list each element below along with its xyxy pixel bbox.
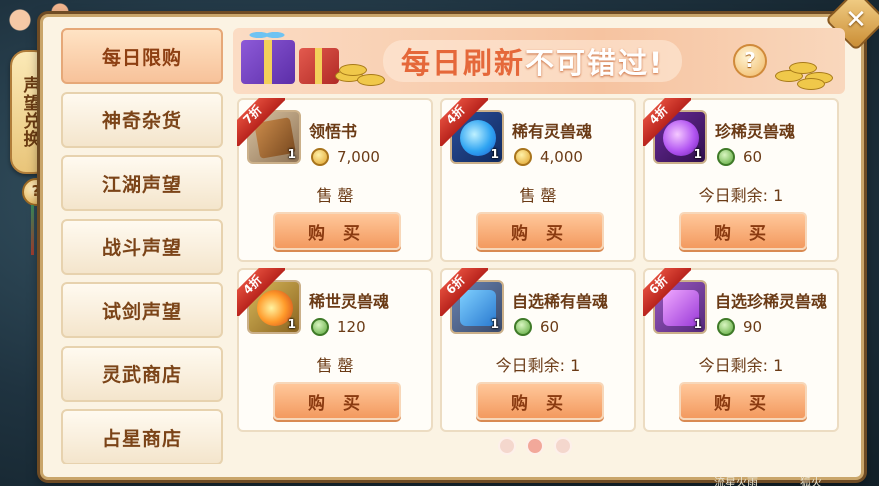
buy-button[interactable]: 购 买 — [476, 382, 604, 420]
buy-button[interactable]: 购 买 — [679, 212, 807, 250]
item-name: 领悟书 — [309, 122, 358, 141]
item-name: 稀有灵兽魂 — [512, 122, 593, 141]
gift-boxes-icon — [235, 28, 385, 92]
stock-status: 售 罄 — [316, 356, 354, 375]
background-skill-label: 流星火雨 — [714, 476, 758, 486]
item-price: 4,000 — [514, 148, 583, 166]
buy-button[interactable]: 购 买 — [273, 212, 401, 250]
stock-status: 售 罄 — [316, 186, 354, 205]
item-name: 稀世灵兽魂 — [309, 292, 390, 311]
jade-coin-icon — [717, 318, 735, 336]
tassel-decoration — [31, 205, 34, 255]
discount-badge: 4折 — [440, 98, 488, 146]
shop-item-card: 1 4折 稀世灵兽魂 120 售 罄 购 买 — [237, 268, 433, 432]
stock-status: 售 罄 — [519, 186, 557, 205]
stock-status: 今日剩余: 1 — [495, 356, 581, 375]
page-dot[interactable] — [554, 437, 572, 455]
page-dot[interactable] — [498, 437, 516, 455]
category-astrology-shop[interactable]: 占星商店 — [61, 409, 223, 464]
item-price: 7,000 — [311, 148, 380, 166]
item-price: 60 — [514, 318, 559, 336]
buy-button[interactable]: 购 买 — [679, 382, 807, 420]
category-daily-limited[interactable]: 每日限购 — [61, 28, 223, 84]
buy-button[interactable]: 购 买 — [476, 212, 604, 250]
jade-coin-icon — [311, 318, 329, 336]
buy-button[interactable]: 购 买 — [273, 382, 401, 420]
item-price: 90 — [717, 318, 762, 336]
reputation-exchange-label: 声望兑换 — [19, 76, 40, 148]
shop-item-card: 1 4折 稀有灵兽魂 4,000 售 罄 购 买 — [440, 98, 636, 262]
category-battle-reputation[interactable]: 战斗声望 — [61, 218, 223, 275]
shop-item-card: 1 6折 自选珍稀灵兽魂 90 今日剩余: 1 购 买 — [643, 268, 839, 432]
background-skill-label: 狐火 — [800, 476, 822, 486]
shop-item-card: 1 7折 领悟书 7,000 售 罄 购 买 — [237, 98, 433, 262]
jade-coin-icon — [514, 318, 532, 336]
item-price: 60 — [717, 148, 762, 166]
banner-help-icon[interactable]: ? — [733, 44, 767, 78]
discount-badge: 4折 — [237, 268, 285, 316]
gold-coin-icon — [311, 148, 329, 166]
category-list: 每日限购 神奇杂货 江湖声望 战斗声望 试剑声望 灵武商店 占星商店 — [61, 28, 227, 464]
discount-badge: 7折 — [237, 98, 285, 146]
discount-badge: 4折 — [643, 98, 691, 146]
stock-status: 今日剩余: 1 — [698, 356, 784, 375]
item-name: 自选稀有兽魂 — [512, 292, 609, 311]
category-trial-sword-reputation[interactable]: 试剑声望 — [61, 282, 223, 338]
discount-badge: 6折 — [440, 268, 488, 316]
gold-coin-icon — [514, 148, 532, 166]
category-jianghu-reputation[interactable]: 江湖声望 — [61, 155, 223, 211]
category-magic-goods[interactable]: 神奇杂货 — [61, 91, 223, 148]
stock-status: 今日剩余: 1 — [698, 186, 784, 205]
jade-coin-icon — [717, 148, 735, 166]
daily-refresh-banner: 每日刷新 不可错过! ? — [233, 28, 845, 94]
item-price: 120 — [311, 318, 366, 336]
shop-item-card: 1 4折 珍稀灵兽魂 60 今日剩余: 1 购 买 — [643, 98, 839, 262]
discount-badge: 6折 — [643, 268, 691, 316]
shop-item-card: 1 6折 自选稀有兽魂 60 今日剩余: 1 购 买 — [440, 268, 636, 432]
page-indicator — [498, 437, 572, 455]
category-spirit-weapon-shop[interactable]: 灵武商店 — [61, 345, 223, 402]
item-name: 自选珍稀灵兽魂 — [715, 292, 828, 311]
banner-title: 每日刷新 不可错过! — [383, 40, 683, 82]
coin-pile-icon — [769, 48, 839, 92]
item-name: 珍稀灵兽魂 — [715, 122, 796, 141]
page-dot-current[interactable] — [526, 437, 544, 455]
